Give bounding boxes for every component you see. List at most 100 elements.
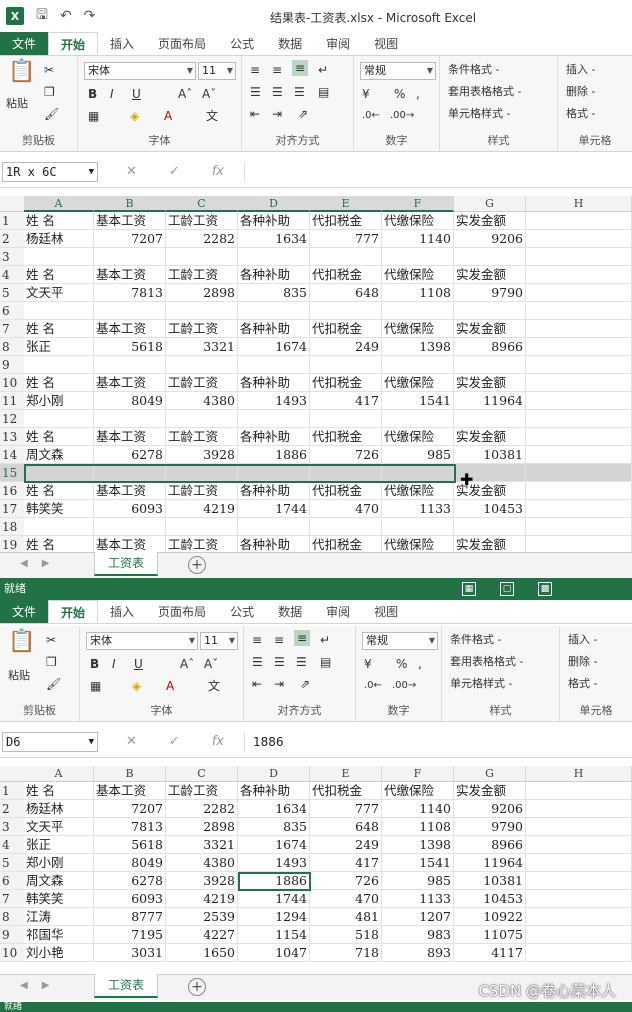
italic-icon[interactable]: I [110, 86, 114, 102]
merge-center-icon[interactable]: ▤ [320, 654, 331, 670]
align-left-icon[interactable]: ☰ [252, 654, 263, 670]
cell[interactable] [454, 356, 526, 373]
cell[interactable]: 姓 名 [24, 374, 94, 391]
row-header[interactable]: 7 [0, 320, 24, 337]
cell[interactable] [526, 248, 632, 265]
number-format-select[interactable]: 常规 ▼ [362, 632, 438, 650]
cell[interactable]: 韩笑笑 [24, 500, 94, 517]
column-header-C[interactable]: C [166, 766, 238, 782]
cell[interactable]: 249 [310, 338, 382, 355]
cell[interactable]: 4380 [166, 392, 238, 409]
row-header[interactable]: 5 [0, 854, 24, 871]
cut-icon[interactable]: ✂ [44, 62, 54, 78]
cell[interactable] [526, 518, 632, 535]
cell[interactable]: 2282 [166, 230, 238, 247]
cell[interactable]: 985 [382, 872, 454, 889]
cell[interactable]: 刘小艳 [24, 944, 94, 961]
cell[interactable]: 2898 [166, 284, 238, 301]
tab-5[interactable]: 数据 [266, 32, 314, 55]
shrink-font-icon[interactable]: Aˇ [202, 86, 216, 102]
cell[interactable]: 文天平 [24, 818, 94, 835]
cell[interactable] [94, 464, 166, 481]
wrap-text-icon[interactable]: ↵ [320, 632, 330, 648]
row-header[interactable]: 18 [0, 518, 24, 535]
cell[interactable]: 1744 [238, 500, 310, 517]
cell[interactable]: 8966 [454, 338, 526, 355]
cell[interactable]: 2282 [166, 800, 238, 817]
cell[interactable] [526, 284, 632, 301]
cell[interactable]: 481 [310, 908, 382, 925]
cell[interactable]: 代扣税金 [310, 212, 382, 229]
cell[interactable] [526, 818, 632, 835]
cell[interactable] [526, 392, 632, 409]
cell[interactable]: 代扣税金 [310, 266, 382, 283]
currency-icon[interactable]: ¥ [362, 86, 370, 102]
cell[interactable] [166, 518, 238, 535]
row-header[interactable]: 16 [0, 482, 24, 499]
cell[interactable]: 张正 [24, 338, 94, 355]
cell[interactable]: 8049 [94, 392, 166, 409]
cell[interactable]: 基本工资 [94, 482, 166, 499]
cell[interactable]: 983 [382, 926, 454, 943]
row-header[interactable]: 10 [0, 944, 24, 961]
cell[interactable] [238, 464, 310, 481]
column-header-E[interactable]: E [310, 766, 382, 782]
row-header[interactable]: 11 [0, 392, 24, 409]
cell[interactable]: 韩笑笑 [24, 890, 94, 907]
tab-3[interactable]: 页面布局 [146, 32, 218, 55]
column-header-A[interactable]: A [24, 196, 94, 212]
cell[interactable]: 10453 [454, 890, 526, 907]
cell[interactable]: 985 [382, 446, 454, 463]
align-top-icon[interactable]: ≡ [250, 62, 260, 78]
number-format-select[interactable]: 常规 ▼ [360, 62, 436, 80]
insert-cells-button[interactable]: 插入 - [566, 62, 595, 78]
font-size-select[interactable]: 11 ▼ [198, 62, 236, 80]
cell[interactable] [166, 464, 238, 481]
cell[interactable] [526, 836, 632, 853]
column-header-H[interactable]: H [526, 196, 632, 212]
cell[interactable]: 基本工资 [94, 320, 166, 337]
cell[interactable]: 姓 名 [24, 782, 94, 799]
cell[interactable]: 各种补助 [238, 320, 310, 337]
underline-icon[interactable]: U [134, 656, 143, 672]
cell[interactable]: 基本工资 [94, 428, 166, 445]
cell[interactable]: 11964 [454, 854, 526, 871]
column-header-B[interactable]: B [94, 766, 166, 782]
cell[interactable]: 江涛 [24, 908, 94, 925]
tab-5[interactable]: 数据 [266, 600, 314, 623]
row-header[interactable]: 19 [0, 536, 24, 552]
name-box[interactable]: 1R x 6C ▼ [2, 162, 98, 182]
cell[interactable]: 470 [310, 500, 382, 517]
conditional-format-button[interactable]: 条件格式 - [448, 62, 499, 78]
align-top-icon[interactable]: ≡ [252, 632, 262, 648]
cell[interactable]: 各种补助 [238, 374, 310, 391]
row-header[interactable]: 5 [0, 284, 24, 301]
cell[interactable]: 648 [310, 818, 382, 835]
cell[interactable]: 1674 [238, 836, 310, 853]
cell[interactable]: 10381 [454, 446, 526, 463]
sheet-tab-salary[interactable]: 工资表 [94, 974, 158, 998]
cell[interactable] [238, 302, 310, 319]
cell[interactable] [526, 500, 632, 517]
row-header[interactable]: 7 [0, 890, 24, 907]
formula-input[interactable]: 1886 [244, 732, 632, 752]
row-header[interactable]: 14 [0, 446, 24, 463]
cell[interactable]: 代扣税金 [310, 428, 382, 445]
cell[interactable]: 3321 [166, 836, 238, 853]
cell[interactable] [24, 356, 94, 373]
page-break-icon[interactable]: ▩ [538, 582, 552, 596]
cell[interactable]: 代扣税金 [310, 482, 382, 499]
cell[interactable] [24, 248, 94, 265]
cell[interactable] [238, 410, 310, 427]
row-header[interactable]: 15 [0, 464, 24, 481]
cell[interactable]: 代扣税金 [310, 536, 382, 552]
enter-icon[interactable]: ✓ [169, 164, 180, 179]
conditional-format-button[interactable]: 条件格式 - [450, 632, 501, 648]
cell[interactable]: 祁国华 [24, 926, 94, 943]
cell[interactable] [310, 356, 382, 373]
cell[interactable] [454, 302, 526, 319]
column-header-G[interactable]: G [454, 766, 526, 782]
cell[interactable]: 工龄工资 [166, 482, 238, 499]
row-header[interactable]: 1 [0, 212, 24, 229]
row-header[interactable]: 3 [0, 248, 24, 265]
